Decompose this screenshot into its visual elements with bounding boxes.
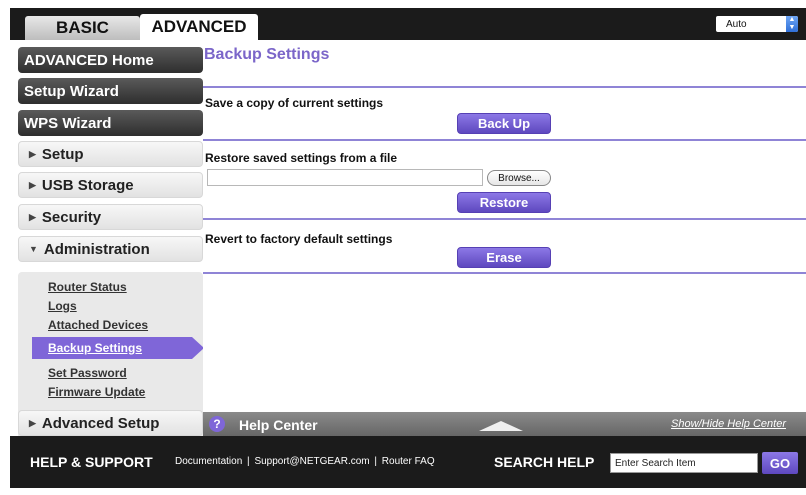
help-support-title: HELP & SUPPORT (30, 454, 153, 470)
main-content: Backup Settings Save a copy of current s… (203, 40, 806, 412)
select-stepper-icon: ▲ ▼ (786, 16, 798, 32)
expand-arrow-icon: ▶ (29, 417, 36, 428)
page-title: Backup Settings (204, 46, 330, 63)
help-center-title: Help Center (239, 417, 318, 433)
sidebar-item-administration[interactable]: ▼ Administration (18, 236, 203, 262)
help-center-bar: ? Help Center Show/Hide Help Center (203, 412, 806, 436)
support-email-link[interactable]: Support@NETGEAR.com (254, 456, 369, 467)
search-input[interactable]: Enter Search Item (610, 453, 758, 473)
save-settings-label: Save a copy of current settings (205, 96, 384, 110)
sidebar-item-label: USB Storage (41, 176, 134, 194)
language-select-value: Auto (726, 18, 747, 30)
expand-arrow-icon: ▶ (29, 211, 36, 222)
tab-basic[interactable]: BASIC (25, 16, 140, 40)
divider (203, 218, 806, 220)
show-hide-help-link[interactable]: Show/Hide Help Center (671, 418, 786, 430)
restore-file-input[interactable] (207, 169, 483, 186)
browse-button[interactable]: Browse... (487, 170, 551, 186)
search-help-title: SEARCH HELP (494, 454, 595, 470)
link-separator: | (247, 456, 250, 467)
tab-advanced[interactable]: ADVANCED (140, 14, 258, 40)
restore-button[interactable]: Restore (457, 192, 551, 213)
collapse-arrow-icon: ▼ (29, 244, 38, 254)
go-button[interactable]: GO (762, 452, 798, 474)
sidebar-item-label: Setup (41, 145, 84, 163)
sidebar-item-wps-wizard[interactable]: WPS Wizard (18, 110, 203, 136)
top-tab-bar: BASIC ADVANCED Auto ▲ ▼ (10, 8, 806, 40)
help-icon: ? (209, 416, 225, 432)
submenu-backup-settings[interactable]: Backup Settings (32, 337, 204, 359)
submenu-firmware-update[interactable]: Firmware Update (48, 385, 145, 399)
sidebar-item-label: Advanced Setup (41, 414, 160, 432)
sidebar: ADVANCED Home Setup Wizard WPS Wizard ▶ … (10, 40, 204, 447)
link-separator: | (374, 456, 378, 467)
sidebar-item-usb-storage[interactable]: ▶ USB Storage (18, 172, 203, 198)
documentation-link[interactable]: Documentation (175, 456, 242, 467)
backup-button[interactable]: Back Up (457, 113, 551, 134)
expand-up-icon[interactable] (479, 421, 523, 431)
support-links: Documentation | Support@NETGEAR.com | Ro… (174, 456, 436, 467)
help-support-footer: HELP & SUPPORT Documentation | Support@N… (10, 436, 806, 488)
submenu-attached-devices[interactable]: Attached Devices (48, 318, 148, 332)
sidebar-item-label: Administration (43, 240, 150, 258)
router-faq-link[interactable]: Router FAQ (382, 456, 435, 467)
sidebar-item-security[interactable]: ▶ Security (18, 204, 203, 230)
submenu-set-password[interactable]: Set Password (48, 366, 127, 380)
sidebar-item-setup-wizard[interactable]: Setup Wizard (18, 78, 203, 104)
language-select[interactable]: Auto ▲ ▼ (716, 16, 798, 32)
revert-settings-label: Revert to factory default settings (205, 232, 393, 246)
sidebar-item-advanced-setup[interactable]: ▶ Advanced Setup (18, 410, 203, 436)
submenu-router-status[interactable]: Router Status (48, 280, 127, 294)
divider (203, 139, 806, 141)
divider (203, 86, 806, 88)
erase-button[interactable]: Erase (457, 247, 551, 268)
divider (203, 272, 806, 274)
sidebar-item-label: Security (41, 208, 102, 226)
submenu-logs[interactable]: Logs (48, 299, 77, 313)
sidebar-item-advanced-home[interactable]: ADVANCED Home (18, 47, 203, 73)
restore-settings-label: Restore saved settings from a file (205, 151, 398, 165)
sidebar-item-setup[interactable]: ▶ Setup (18, 141, 203, 167)
expand-arrow-icon: ▶ (29, 179, 36, 190)
expand-arrow-icon: ▶ (29, 148, 36, 159)
